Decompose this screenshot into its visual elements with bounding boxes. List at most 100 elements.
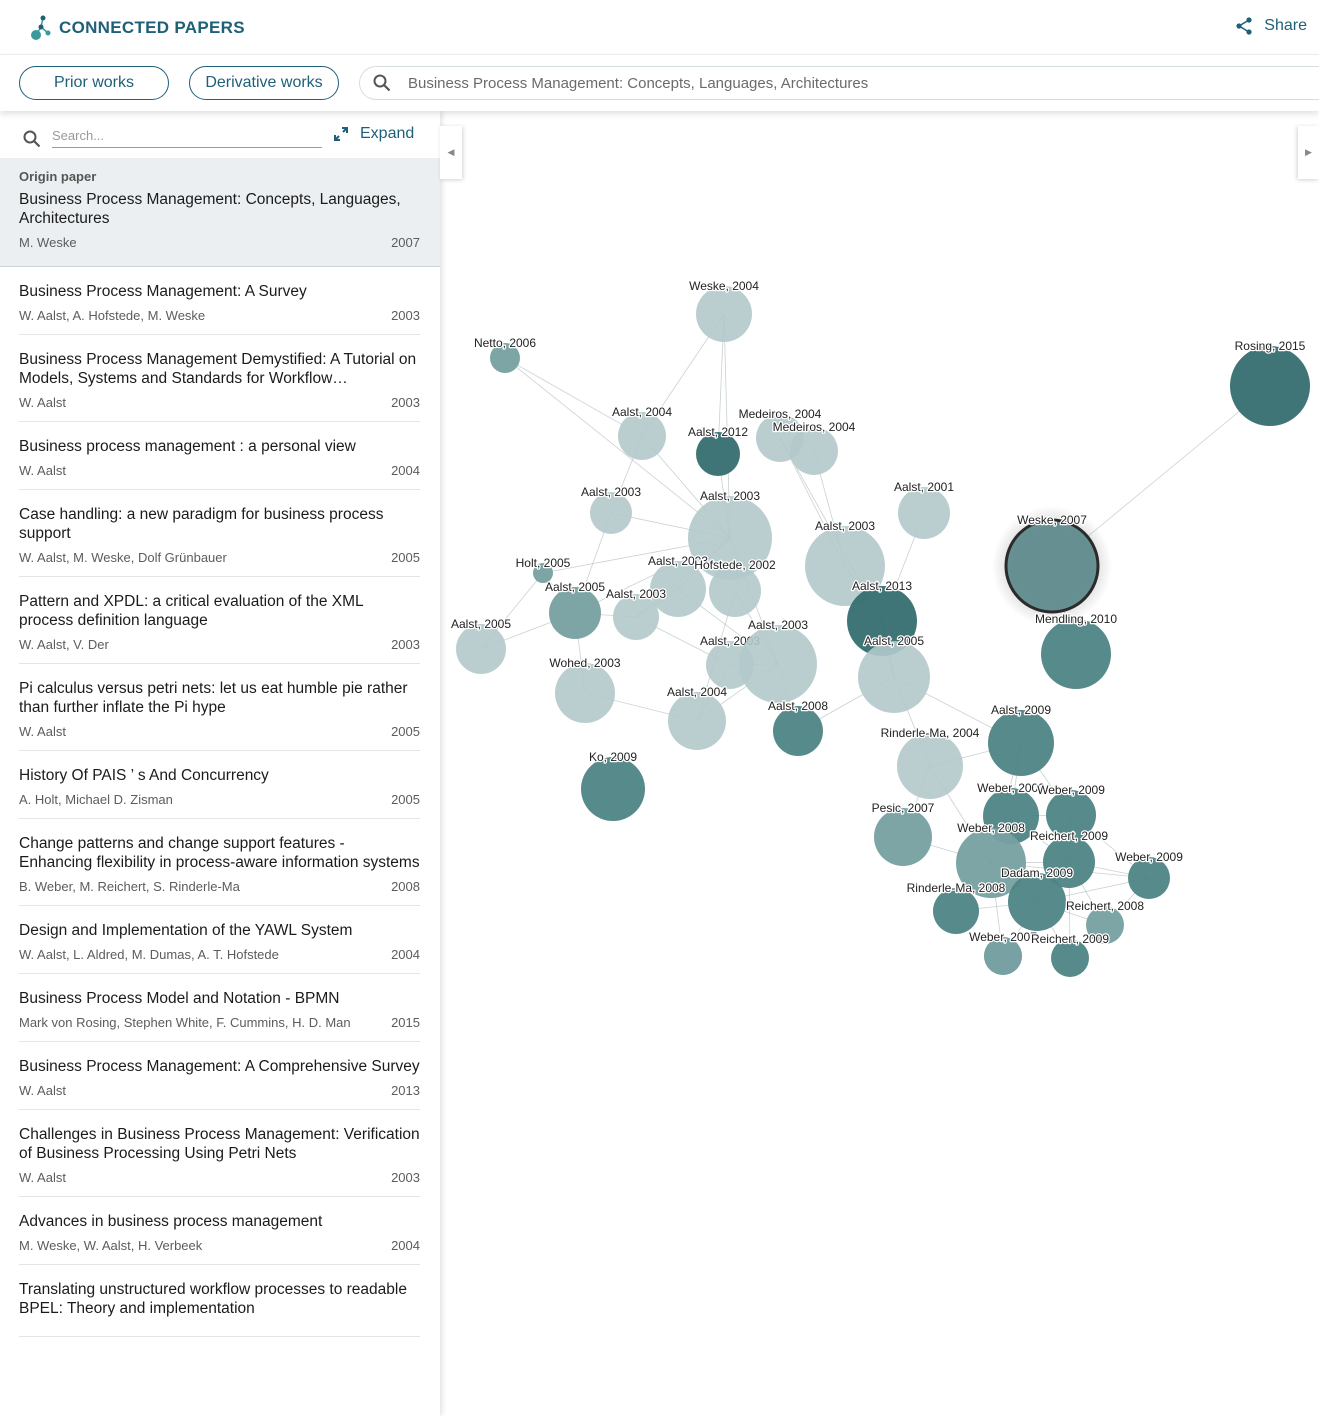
graph-node[interactable]: Ko, 2009 [581, 749, 645, 821]
graph-canvas[interactable]: Weske, 2004 Netto, 2006 Rosing, 2015 Aalst,… [440, 111, 1319, 1416]
graph-node[interactable]: Weber, 2007 [968, 929, 1038, 975]
graph-node[interactable]: Weber, 2009 [1114, 849, 1184, 899]
node-label: Aalst, 2009 [991, 703, 1051, 717]
list-item[interactable]: Business Process Management Demystified:… [19, 335, 420, 422]
node-label: Reichert, 2008 [1066, 899, 1144, 913]
node-circle[interactable] [988, 710, 1054, 776]
collapse-right-tab[interactable]: ▶ [1298, 126, 1319, 179]
node-label: Dadam, 2009 [1001, 866, 1073, 880]
graph-node[interactable]: Mendling, 2010 [1034, 611, 1119, 689]
list-item[interactable]: Business process management : a personal… [19, 422, 420, 490]
list-item[interactable]: Pi calculus versus petri nets: let us ea… [19, 664, 420, 751]
graph-node[interactable]: Pesic, 2007 [870, 800, 936, 866]
citation-graph[interactable]: Weske, 2004 Netto, 2006 Rosing, 2015 Aalst,… [440, 111, 1319, 1416]
node-circle[interactable] [1008, 873, 1066, 931]
graph-node[interactable]: Aalst, 2003 [739, 617, 817, 703]
list-item[interactable]: Design and Implementation of the YAWL Sy… [19, 906, 420, 974]
graph-node[interactable]: Weske, 2004 [688, 278, 760, 342]
graph-node[interactable]: Aalst, 2005 [858, 633, 930, 713]
graph-node[interactable]: Rinderle-Ma, 2004 [879, 725, 981, 799]
node-circle[interactable] [581, 757, 645, 821]
paper-authors: W. Aalst [19, 1170, 66, 1185]
node-circle[interactable] [456, 624, 506, 674]
graph-node[interactable]: Rosing, 2015 [1230, 338, 1310, 426]
graph-node[interactable]: Wohed, 2003 [548, 655, 622, 723]
collapse-left-tab[interactable]: ◀ [440, 126, 462, 179]
graph-node[interactable]: Aalst, 2003 [605, 586, 668, 640]
node-label: Reichert, 2009 [1030, 829, 1108, 843]
node-circle[interactable] [858, 641, 930, 713]
list-item[interactable]: Pattern and XPDL: a critical evaluation … [19, 577, 420, 664]
share-icon [1236, 17, 1252, 35]
derivative-works-button[interactable]: Derivative works [189, 66, 339, 100]
graph-node[interactable]: Hofstede, 2002 [693, 557, 777, 617]
share-button[interactable]: Share [1234, 16, 1307, 36]
list-item[interactable]: Business Process Model and Notation - BP… [19, 974, 420, 1042]
node-circle[interactable] [739, 625, 817, 703]
list-item[interactable]: Advances in business process management M… [19, 1197, 420, 1265]
graph-node[interactable]: Aalst, 2005 [450, 616, 513, 674]
node-label: Aalst, 2012 [688, 425, 748, 439]
graph-node[interactable]: Aalst, 2008 [767, 698, 830, 756]
graph-node[interactable]: Aalst, 2001 [893, 479, 956, 539]
prior-works-button[interactable]: Prior works [19, 66, 169, 100]
node-circle[interactable] [874, 808, 932, 866]
list-item[interactable]: Challenges in Business Process Managemen… [19, 1110, 420, 1197]
node-label: Ko, 2009 [589, 750, 637, 764]
paper-year: 2005 [391, 724, 420, 739]
node-circle[interactable] [1004, 518, 1100, 614]
node-label: Aalst, 2003 [748, 618, 808, 632]
expand-button[interactable]: Expand [332, 125, 414, 143]
node-circle[interactable] [696, 286, 752, 342]
list-item[interactable]: Business Process Management: A Survey W. … [19, 267, 420, 335]
node-circle[interactable] [709, 565, 761, 617]
brand-name[interactable]: CONNECTED PAPERS [59, 18, 245, 38]
paper-authors: W. Aalst [19, 724, 66, 739]
connected-papers-logo-icon[interactable] [30, 15, 52, 41]
node-label: Aalst, 2003 [581, 485, 641, 499]
graph-node[interactable]: Aalst, 2009 [988, 702, 1054, 776]
node-label: Wohed, 2003 [549, 656, 620, 670]
node-circle[interactable] [668, 692, 726, 750]
graph-node[interactable]: Aalst, 2003 [580, 484, 643, 534]
graph-node[interactable]: Netto, 2006 [473, 335, 538, 373]
graph-node[interactable]: Weske, 2007 [992, 506, 1112, 626]
graph-node[interactable]: Reichert, 2009 [1030, 931, 1111, 977]
top-bar: CONNECTED PAPERS Share [0, 0, 1319, 55]
main-search-bar[interactable]: Business Process Management: Concepts, L… [359, 66, 1319, 100]
node-label: Aalst, 2013 [852, 579, 912, 593]
node-label: Holt, 2005 [516, 556, 571, 570]
list-item[interactable]: History Of PAIS ’ s And Concurrency A. Ho… [19, 751, 420, 819]
sidebar-search-input[interactable] [52, 123, 322, 148]
graph-node[interactable]: Holt, 2005 [514, 555, 572, 583]
paper-title: Case handling: a new paradigm for busine… [19, 506, 384, 542]
list-item[interactable]: Change patterns and change support featu… [19, 819, 420, 906]
node-circle[interactable] [898, 487, 950, 539]
node-label: Aalst, 2004 [667, 685, 727, 699]
graph-node[interactable]: Aalst, 2004 [666, 684, 729, 750]
search-icon [23, 130, 41, 148]
node-label: Medeiros, 2004 [773, 420, 856, 434]
node-circle[interactable] [618, 412, 666, 460]
paper-year: 2004 [391, 1238, 420, 1253]
list-item[interactable]: Business Process Management: A Comprehen… [19, 1042, 420, 1110]
graph-node[interactable]: Aalst, 2004 [611, 404, 674, 460]
node-circle[interactable] [897, 733, 963, 799]
search-icon [373, 74, 391, 92]
node-circle[interactable] [1041, 619, 1111, 689]
graph-node[interactable]: Aalst, 2012 [687, 424, 750, 476]
graph-node[interactable]: Aalst, 2005 [544, 579, 607, 639]
node-circle[interactable] [1230, 346, 1310, 426]
list-item[interactable]: Translating unstructured workflow proces… [19, 1265, 420, 1337]
node-circle[interactable] [555, 663, 615, 723]
sidebar-search: Expand [0, 111, 440, 158]
node-circle[interactable] [773, 706, 823, 756]
origin-paper[interactable]: Origin paper Business Process Management… [0, 158, 440, 267]
node-circle[interactable] [549, 587, 601, 639]
node-label: Aalst, 2003 [815, 519, 875, 533]
list-item[interactable]: Case handling: a new paradigm for busine… [19, 490, 420, 577]
arrow-right-icon: ▶ [1305, 147, 1312, 157]
paper-title: Business process management : a personal… [19, 438, 356, 455]
graph-node[interactable]: Dadam, 2009 [1000, 865, 1075, 931]
node-circle[interactable] [790, 427, 838, 475]
